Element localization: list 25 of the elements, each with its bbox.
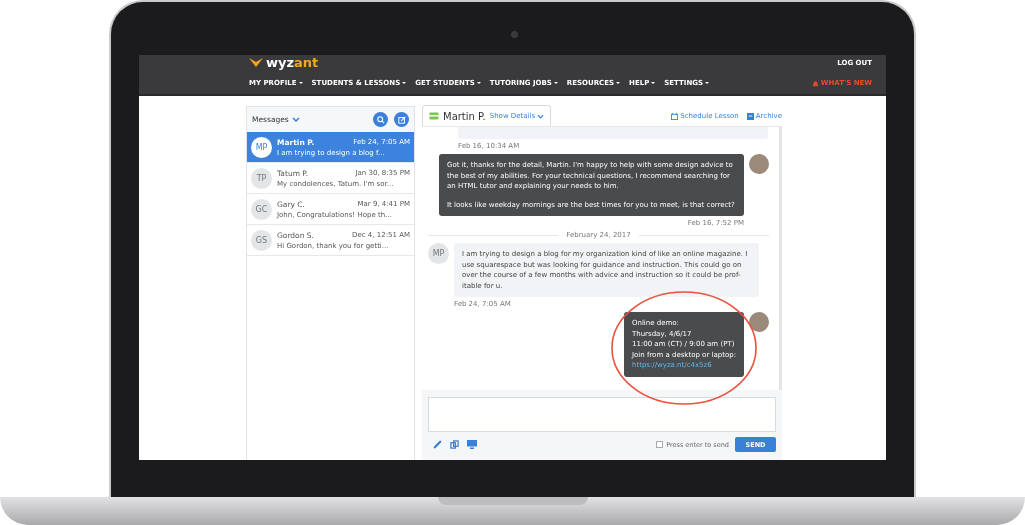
chevron-down-icon bbox=[291, 117, 300, 122]
logo-icon bbox=[249, 58, 263, 67]
card-icon bbox=[429, 112, 439, 120]
chevron-down-icon bbox=[537, 113, 545, 119]
camera-icon bbox=[511, 31, 518, 38]
attachment-icon[interactable] bbox=[433, 440, 442, 449]
photo-placeholder bbox=[749, 154, 769, 174]
bell-icon bbox=[811, 79, 819, 87]
logo: wyzant bbox=[249, 55, 319, 70]
search-icon bbox=[376, 115, 385, 124]
photo-placeholder bbox=[749, 312, 769, 332]
edit-icon bbox=[397, 115, 406, 124]
contact-name: Martin P. bbox=[443, 110, 486, 122]
avatar: MP bbox=[428, 243, 449, 264]
avatar: GC bbox=[251, 198, 272, 220]
compose-button[interactable] bbox=[394, 112, 409, 127]
archive-icon bbox=[746, 112, 754, 120]
avatar: MP bbox=[251, 136, 272, 158]
avatar: GS bbox=[251, 229, 272, 251]
avatar: TP bbox=[251, 167, 272, 189]
search-button[interactable] bbox=[373, 112, 388, 127]
calendar-icon bbox=[671, 112, 679, 120]
monitor-icon[interactable] bbox=[467, 440, 477, 449]
copy-icon[interactable] bbox=[450, 440, 459, 449]
message-input[interactable] bbox=[428, 397, 776, 432]
